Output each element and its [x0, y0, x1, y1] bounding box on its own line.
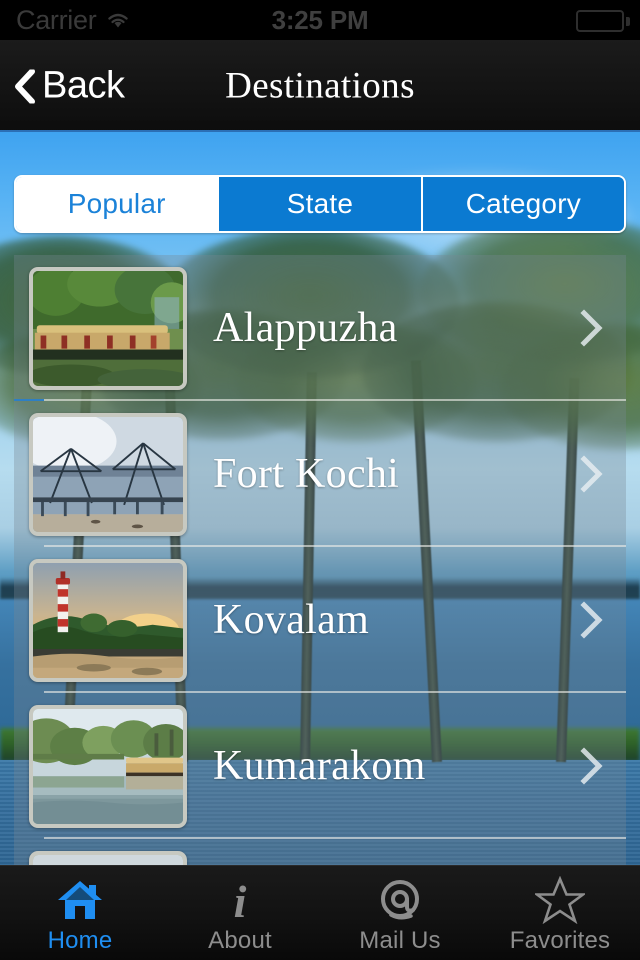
- battery-cap: [626, 17, 630, 26]
- tab-mail-us[interactable]: Mail Us: [320, 866, 480, 960]
- battery-icon: [576, 10, 630, 32]
- destination-thumbnail: [29, 266, 187, 390]
- destination-thumbnail: [29, 850, 187, 865]
- info-icon: i: [220, 877, 260, 923]
- at-sign-icon: [377, 877, 423, 923]
- nav-bottom-hairline: [0, 130, 640, 132]
- backwater-houseboat-thumbnail-art: [33, 708, 183, 824]
- destinations-list[interactable]: Alappuzha Fort Kochi Kovalam Kumarakom: [14, 255, 626, 865]
- chevron-right-icon: [580, 601, 603, 639]
- segmented-control[interactable]: Popular State Category: [14, 175, 626, 233]
- tab-favorites[interactable]: Favorites: [480, 866, 640, 960]
- battery-body: [576, 10, 624, 32]
- tab-about-label: About: [208, 927, 272, 954]
- navigation-bar: Back Destinations: [0, 40, 640, 132]
- chevron-right-icon: [580, 309, 603, 347]
- page-title: Destinations: [225, 65, 415, 107]
- clock-label: 3:25 PM: [271, 4, 369, 35]
- tab-favorites-label: Favorites: [509, 927, 611, 954]
- houseboat-thumbnail-art: [33, 270, 183, 386]
- destination-name: Fort Kochi: [213, 451, 400, 497]
- chevron-right-icon: [580, 455, 603, 493]
- app-screen: Popular State Category Alappuzha Fort Ko…: [0, 0, 640, 960]
- svg-text:i: i: [234, 877, 247, 923]
- tab-home-label: Home: [47, 927, 113, 954]
- destination-thumbnail: [29, 558, 187, 682]
- list-item[interactable]: Kumarakom: [14, 693, 626, 839]
- list-item[interactable]: [14, 839, 626, 865]
- destination-thumbnail: [29, 412, 187, 536]
- tab-home[interactable]: Home: [0, 866, 160, 960]
- destination-thumbnail: [29, 704, 187, 828]
- segment-popular[interactable]: Popular: [16, 177, 218, 231]
- destination-name: Alappuzha: [213, 305, 398, 351]
- list-item[interactable]: Alappuzha: [14, 255, 626, 401]
- chinese-fishing-nets-thumbnail-art: [33, 416, 183, 532]
- segment-state[interactable]: State: [217, 177, 421, 231]
- segment-category[interactable]: Category: [420, 177, 624, 231]
- tab-about[interactable]: i About: [160, 866, 320, 960]
- lighthouse-beach-thumbnail-art: [33, 562, 183, 678]
- star-icon: [535, 876, 585, 924]
- status-bar: Carrier 3:25 PM: [0, 0, 640, 40]
- destination-thumbnail-art: [33, 854, 183, 865]
- list-item[interactable]: Fort Kochi: [14, 401, 626, 547]
- tab-bar: Home i About Mail Us Favorites: [0, 865, 640, 960]
- home-icon: [56, 877, 104, 923]
- destination-name: Kovalam: [213, 597, 370, 643]
- list-item[interactable]: Kovalam: [14, 547, 626, 693]
- tab-mail-us-label: Mail Us: [359, 927, 441, 954]
- destination-name: Kumarakom: [213, 743, 426, 789]
- chevron-right-icon: [580, 747, 603, 785]
